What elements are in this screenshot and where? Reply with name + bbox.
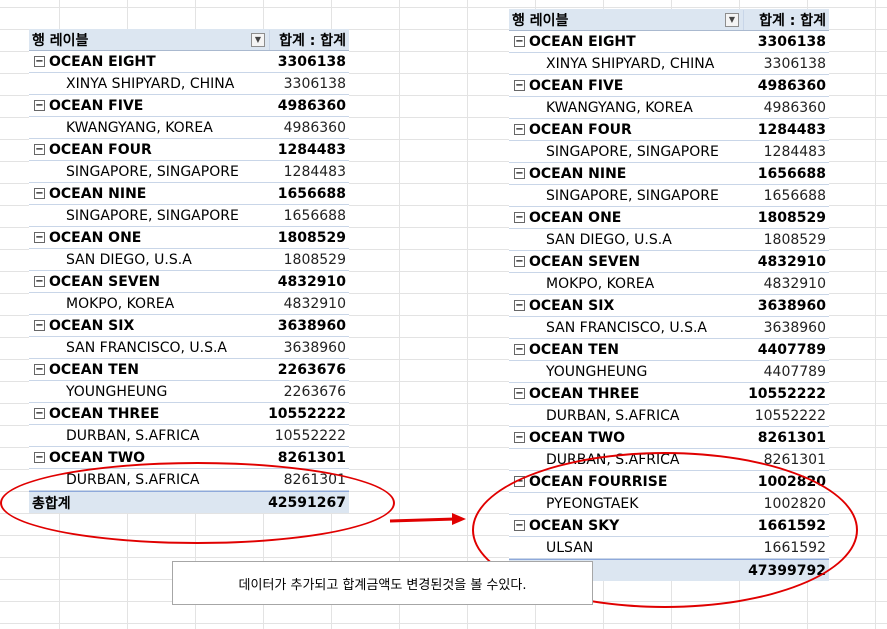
right-arrow-icon [389,513,466,525]
annotation-note: 데이터가 추가되고 합계금액도 변경된것을 볼 수있다. [172,561,593,605]
